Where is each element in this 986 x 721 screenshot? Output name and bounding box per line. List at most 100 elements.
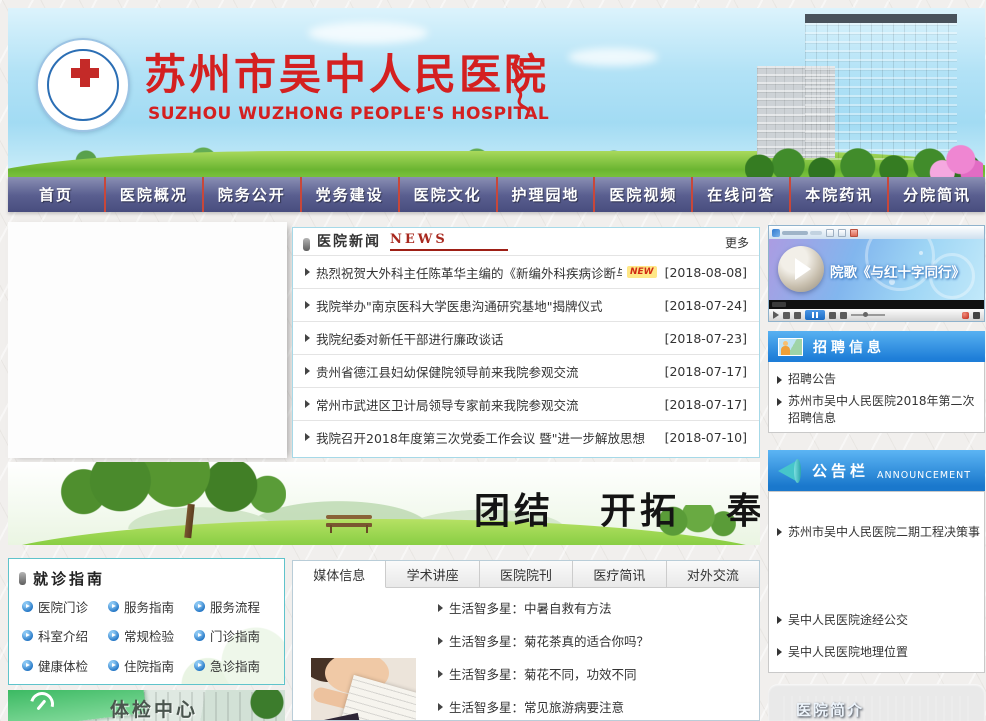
circle-arrow-icon (108, 601, 119, 612)
nav-item-culture[interactable]: 医院文化 (398, 177, 496, 212)
tab-medical-briefs[interactable]: 医疗简讯 (573, 561, 666, 588)
hospital-name: 苏州市吴中人民医院 (144, 52, 549, 98)
news-item-date: [2018-07-24] (657, 298, 747, 313)
guide-link-departments[interactable]: 科室介绍 (22, 626, 108, 645)
news-item[interactable]: 贵州省德江县妇幼保健院领导前来我院参观交流 [2018-07-17] (293, 354, 759, 387)
cloud-decoration (568, 48, 658, 66)
bench-back (326, 515, 372, 519)
record-button[interactable] (962, 312, 969, 319)
recruitment-icon (778, 338, 803, 356)
announcement-item[interactable]: 吴中人民医院途经公交 (777, 612, 980, 628)
restore-button[interactable] (838, 229, 846, 237)
visit-guide-grid: 医院门诊 服务指南 服务流程 科室介绍 常规检验 门诊指南 健康体检 住院指南 … (22, 592, 280, 680)
guide-link-routine-tests[interactable]: 常规检验 (108, 626, 194, 645)
news-item-text: 热烈祝贺大外科主任陈革华主编的《新编外科疾病诊断与治 (316, 263, 622, 282)
video-screen[interactable]: 院歌《与红十字同行》 (769, 239, 984, 300)
pause-button[interactable] (805, 310, 825, 320)
hospital-name-english: SUZHOU WUZHONG PEOPLE'S HOSPITAL (148, 104, 549, 124)
tab-academic-lectures[interactable]: 学术讲座 (386, 561, 479, 588)
news-item-text: 我院举办"南京医科大学医患沟通研究基地"揭牌仪式 (316, 296, 603, 315)
circle-arrow-icon (22, 601, 33, 612)
play-button[interactable] (778, 246, 824, 292)
arrow-bullet-icon (777, 398, 782, 406)
guide-link-clinic-guide[interactable]: 门诊指南 (194, 626, 280, 645)
media-article-text: 生活智多星：常见旅游病要注意 (449, 697, 624, 716)
guide-link-inpatient-guide[interactable]: 住院指南 (108, 656, 194, 675)
media-article-link[interactable]: 生活智多星：菊花茶真的适合你吗？ (438, 631, 751, 650)
media-article-link[interactable]: 生活智多星：菊花不同，功效不同 (438, 664, 751, 683)
arrow-bullet-icon (438, 703, 443, 711)
nav-item-videos[interactable]: 医院视频 (593, 177, 691, 212)
news-more-link[interactable]: 更多 (725, 234, 749, 251)
previous-button[interactable] (794, 312, 801, 319)
tab-hospital-journal[interactable]: 医院院刊 (480, 561, 573, 588)
water-waves-icon (49, 87, 117, 119)
hospital-intro-card[interactable]: 医院简介 (768, 684, 985, 721)
news-item[interactable]: 热烈祝贺大外科主任陈革华主编的《新编外科疾病诊断与治 NEW [2018-08-… (293, 255, 759, 288)
nav-item-qa[interactable]: 在线问答 (691, 177, 789, 212)
checkup-center-banner[interactable]: 体检中心 (8, 690, 285, 721)
cloud-decoration (308, 22, 428, 44)
guide-link-emergency-guide[interactable]: 急诊指南 (194, 656, 280, 675)
announcement-item[interactable]: 吴中人民医院地理位置 (777, 644, 980, 660)
guide-link-label: 住院指南 (124, 656, 174, 675)
recruitment-item[interactable]: 招聘公告 (777, 371, 976, 388)
nav-item-pharmacy[interactable]: 本院药讯 (789, 177, 887, 212)
guide-link-service-guide[interactable]: 服务指南 (108, 597, 194, 616)
guide-link-health-checkup[interactable]: 健康体检 (22, 656, 108, 675)
tab-media-info[interactable]: 媒体信息 (293, 561, 386, 588)
hospital-homepage: 苏州市吴中人民医院 SUZHOU WUZHONG PEOPLE'S HOSPIT… (0, 0, 986, 721)
nav-item-overview[interactable]: 医院概况 (104, 177, 202, 212)
checkup-center-title: 体检中心 (110, 695, 198, 721)
news-item[interactable]: 我院纪委对新任干部进行廉政谈话 [2018-07-23] (293, 321, 759, 354)
circle-arrow-icon (108, 660, 119, 671)
logo-ring (47, 49, 119, 121)
person-icon (783, 341, 788, 346)
announcement-item-text: 吴中人民医院途经公交 (788, 612, 908, 628)
circle-arrow-icon (194, 630, 205, 641)
nav-item-branch[interactable]: 分院简讯 (887, 177, 985, 212)
announcement-item[interactable]: 苏州市吴中人民医院二期工程决策事 (777, 524, 980, 540)
circle-arrow-icon (194, 660, 205, 671)
guide-link-service-flow[interactable]: 服务流程 (194, 597, 280, 616)
nav-item-home[interactable]: 首页 (8, 177, 104, 212)
nav-item-affairs[interactable]: 院务公开 (202, 177, 300, 212)
arrow-bullet-icon (438, 637, 443, 645)
close-button[interactable] (850, 229, 858, 237)
news-item-text: 我院召开2018年度第三次党委工作会议 暨"进一步解放思想 (316, 428, 645, 447)
fullscreen-button[interactable] (973, 312, 980, 319)
bench-leg (366, 525, 368, 533)
nav-item-party[interactable]: 党务建设 (300, 177, 398, 212)
volume-slider[interactable] (851, 314, 885, 316)
news-item-text: 我院纪委对新任干部进行廉政谈话 (316, 329, 504, 348)
motto-word: 奉献 (726, 482, 760, 534)
news-item-date: [2018-07-10] (657, 430, 747, 445)
news-item[interactable]: 我院举办"南京医科大学医患沟通研究基地"揭牌仪式 [2018-07-24] (293, 288, 759, 321)
stop-button[interactable] (783, 312, 790, 319)
player-titlebar (769, 226, 984, 239)
play-icon (795, 258, 811, 280)
playlist-button[interactable] (840, 312, 847, 319)
next-button[interactable] (829, 312, 836, 319)
circle-arrow-icon (22, 660, 33, 671)
volume-knob[interactable] (863, 312, 868, 317)
media-article-link[interactable]: 生活智多星：常见旅游病要注意 (438, 697, 751, 716)
minimize-button[interactable] (826, 229, 834, 237)
nav-item-nursing[interactable]: 护理园地 (496, 177, 594, 212)
news-item[interactable]: 我院召开2018年度第三次党委工作会议 暨"进一步解放思想 [2018-07-1… (293, 420, 759, 453)
section-bullet-icon (19, 572, 26, 585)
news-item-date: [2018-08-08] (657, 265, 747, 280)
guide-link-outpatient[interactable]: 医院门诊 (22, 597, 108, 616)
tab-external-exchange[interactable]: 对外交流 (667, 561, 759, 588)
media-article-link[interactable]: 生活智多星：中暑自救有方法 (438, 598, 751, 617)
recruitment-item[interactable]: 苏州市吴中人民医院2018年第二次招聘信息 (777, 393, 976, 427)
arrow-bullet-icon (305, 367, 310, 375)
circle-arrow-icon (22, 630, 33, 641)
arrow-bullet-icon (305, 334, 310, 342)
menu-dropdown-icon[interactable] (773, 311, 779, 319)
megaphone-mouth (794, 459, 801, 483)
hospital-logo[interactable] (36, 38, 130, 132)
visit-guide-panel: 就诊指南 医院门诊 服务指南 服务流程 科室介绍 常规检验 门诊指南 健康体检 … (8, 558, 285, 685)
media-player-window: 院歌《与红十字同行》 (768, 225, 985, 322)
news-item[interactable]: 常州市武进区卫计局领导专家前来我院参观交流 [2018-07-17] (293, 387, 759, 420)
